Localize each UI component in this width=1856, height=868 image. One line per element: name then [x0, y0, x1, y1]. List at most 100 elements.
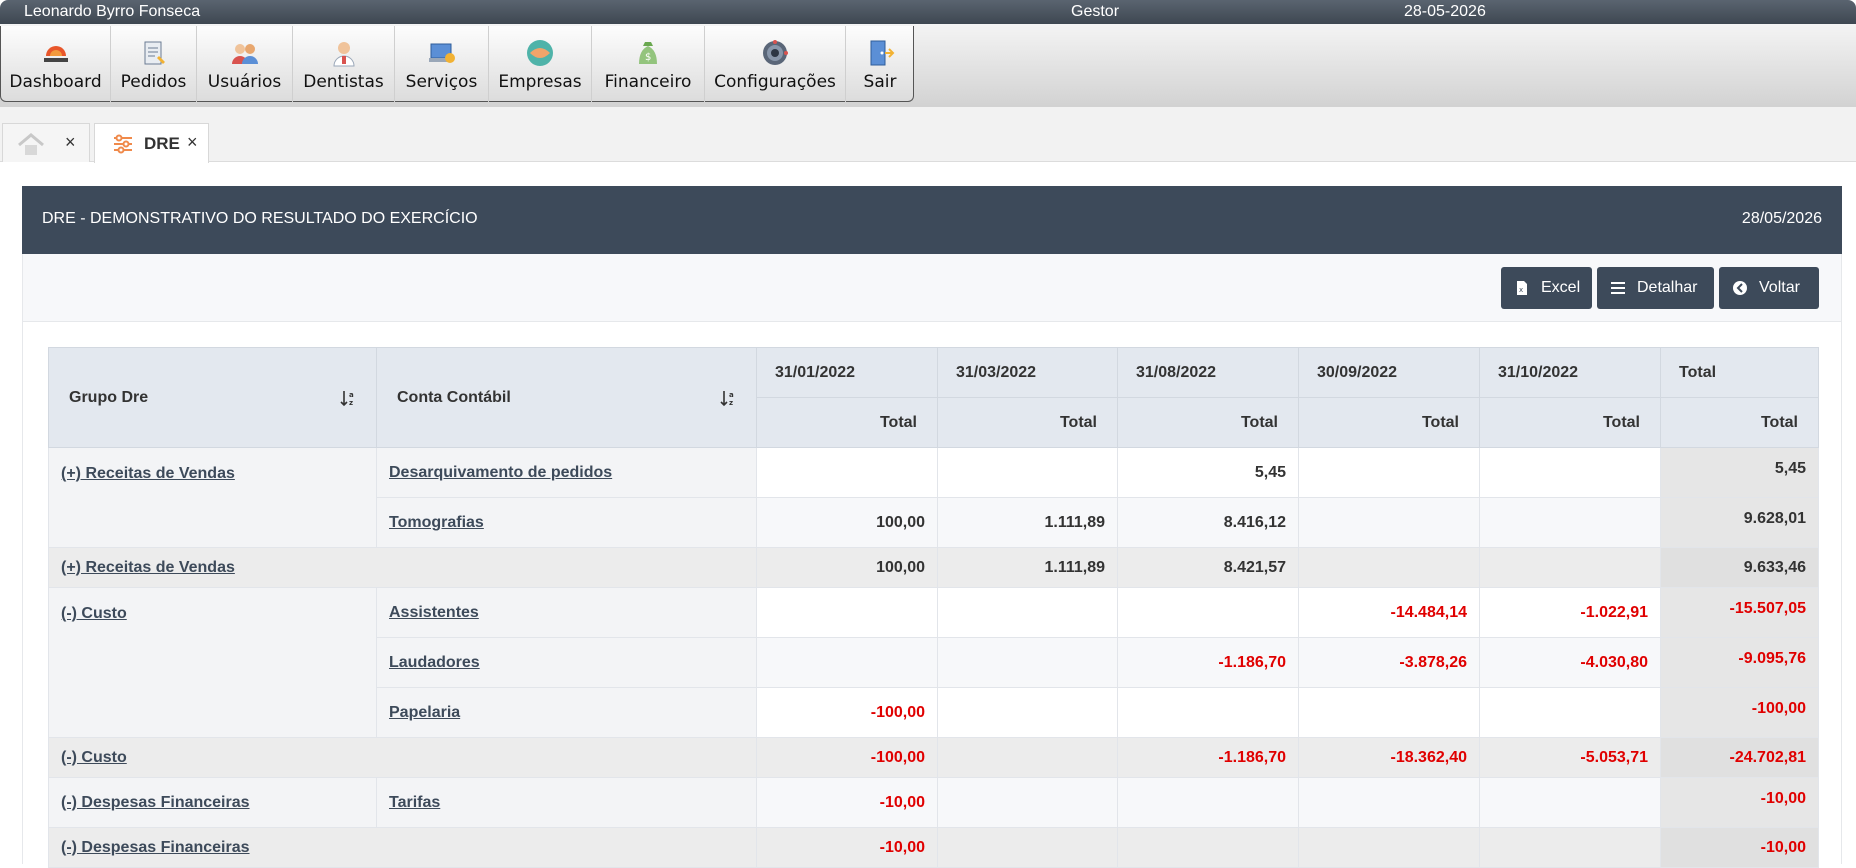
- menu-item-financeiro[interactable]: $ Financeiro: [592, 26, 705, 102]
- value-cell: 8.416,12: [1117, 497, 1299, 548]
- subtotal-row: (+) Receitas de Vendas 100,00 1.111,89 8…: [48, 547, 1819, 588]
- menu-item-pedidos[interactable]: Pedidos: [111, 26, 197, 102]
- svg-text:x: x: [1519, 286, 1523, 294]
- tab-home[interactable]: ×: [2, 123, 90, 162]
- services-icon: [428, 43, 455, 63]
- account-cell: Desarquivamento de pedidos: [376, 447, 757, 498]
- account-link[interactable]: Tarifas: [389, 794, 440, 811]
- arrow-left-circle-icon: [1733, 281, 1747, 295]
- value-cell: -100,00: [756, 687, 938, 738]
- menu-item-empresas[interactable]: Empresas: [489, 26, 592, 102]
- column-header-group[interactable]: Grupo Dre az: [48, 347, 377, 448]
- tab-dre[interactable]: DRE ×: [94, 123, 209, 163]
- menu-label: Serviços: [405, 72, 478, 92]
- group-link[interactable]: (+) Receitas de Vendas: [61, 559, 235, 576]
- value-cell: [937, 447, 1118, 498]
- value-cell: -1.186,70: [1117, 737, 1299, 778]
- column-header-period: 30/09/2022: [1298, 347, 1480, 398]
- value-cell: [756, 587, 938, 638]
- value-cell: [1298, 547, 1480, 588]
- back-button[interactable]: Voltar: [1719, 267, 1819, 309]
- svg-text:a: a: [349, 391, 354, 399]
- account-link[interactable]: Assistentes: [389, 604, 479, 621]
- list-icon: [1611, 282, 1625, 294]
- menu-item-dashboard[interactable]: Dashboard: [1, 26, 111, 102]
- menu-label: Pedidos: [120, 72, 187, 92]
- current-date: 28-05-2026: [1404, 3, 1486, 20]
- row-total-cell: -10,00: [1660, 827, 1819, 868]
- value-cell: [1117, 687, 1299, 738]
- column-header-period: 31/03/2022: [937, 347, 1118, 398]
- diagnosis-logo-icon: [43, 46, 68, 62]
- group-link[interactable]: (-) Despesas Financeiras: [61, 839, 250, 856]
- value-cell: -14.484,14: [1298, 587, 1480, 638]
- value-cell: [1117, 827, 1299, 868]
- account-cell: Laudadores: [376, 637, 757, 688]
- settings-gear-icon: [763, 40, 788, 65]
- account-cell: Assistentes: [376, 587, 757, 638]
- account-link[interactable]: Tomografias: [389, 514, 484, 531]
- user-role: Gestor: [1071, 3, 1120, 20]
- column-header-total: Total: [1660, 347, 1819, 398]
- value-cell: 100,00: [756, 547, 938, 588]
- value-cell: -5.053,71: [1479, 737, 1661, 778]
- group-link[interactable]: (-) Custo: [61, 605, 127, 622]
- menu-item-configuracoes[interactable]: Configurações: [705, 26, 846, 102]
- value-cell: [1117, 777, 1299, 828]
- svg-text:a: a: [729, 391, 734, 399]
- orders-icon: [144, 41, 165, 65]
- menu-label: Usuários: [207, 72, 282, 92]
- group-link[interactable]: (-) Despesas Financeiras: [61, 794, 250, 811]
- account-link[interactable]: Desarquivamento de pedidos: [389, 464, 612, 481]
- value-cell: 1.111,89: [937, 547, 1118, 588]
- group-cell: (-) Custo: [48, 737, 757, 778]
- column-subheader: Total: [1117, 397, 1299, 448]
- value-cell: [1298, 777, 1480, 828]
- row-total-cell: -24.702,81: [1660, 737, 1819, 778]
- value-cell: [1479, 547, 1661, 588]
- svg-text:$: $: [645, 52, 651, 63]
- tab-bar: × DRE ×: [0, 107, 1856, 163]
- value-cell: [1479, 687, 1661, 738]
- value-cell: [937, 827, 1118, 868]
- value-cell: -100,00: [756, 737, 938, 778]
- detail-button[interactable]: Detalhar: [1597, 267, 1714, 309]
- value-cell: [756, 637, 938, 688]
- svg-text:z: z: [349, 399, 353, 407]
- value-cell: [1479, 777, 1661, 828]
- group-link[interactable]: (-) Custo: [61, 749, 127, 766]
- main-menu: Dashboard Pedidos Usuários Dentistas Ser…: [0, 26, 914, 102]
- menu-item-servicos[interactable]: Serviços: [395, 26, 489, 102]
- account-link[interactable]: Laudadores: [389, 654, 480, 671]
- sort-icon[interactable]: az: [340, 389, 356, 407]
- value-cell: 5,45: [1117, 447, 1299, 498]
- group-cell: (-) Despesas Financeiras: [48, 827, 757, 868]
- group-cell: (-) Despesas Financeiras: [48, 777, 377, 828]
- value-cell: 100,00: [756, 497, 938, 548]
- subtotal-row: (-) Despesas Financeiras -10,00 -10,00: [48, 827, 1819, 868]
- menu-item-dentistas[interactable]: Dentistas: [293, 26, 395, 102]
- report-date: 28/05/2026: [1741, 210, 1822, 227]
- excel-button[interactable]: x Excel: [1501, 267, 1592, 309]
- value-cell: -18.362,40: [1298, 737, 1480, 778]
- row-total-cell: -9.095,76: [1660, 637, 1819, 688]
- account-link[interactable]: Papelaria: [389, 704, 460, 721]
- menu-item-usuarios[interactable]: Usuários: [197, 26, 293, 102]
- group-link[interactable]: (+) Receitas de Vendas: [61, 465, 235, 482]
- sort-icon[interactable]: az: [720, 389, 736, 407]
- close-icon[interactable]: ×: [65, 132, 76, 153]
- value-cell: [756, 447, 938, 498]
- exit-door-icon: [870, 40, 895, 66]
- close-icon[interactable]: ×: [187, 132, 198, 153]
- menu-item-sair[interactable]: Sair: [846, 26, 914, 102]
- value-cell: [1298, 687, 1480, 738]
- value-cell: [1479, 497, 1661, 548]
- action-toolbar: x Excel Detalhar Voltar: [22, 254, 1842, 322]
- value-cell: -10,00: [756, 777, 938, 828]
- dentist-icon: [332, 42, 355, 67]
- column-header-account[interactable]: Conta Contábil az: [376, 347, 757, 448]
- value-cell: 8.421,57: [1117, 547, 1299, 588]
- value-cell: -10,00: [756, 827, 938, 868]
- value-cell: [937, 637, 1118, 688]
- account-cell: Tomografias: [376, 497, 757, 548]
